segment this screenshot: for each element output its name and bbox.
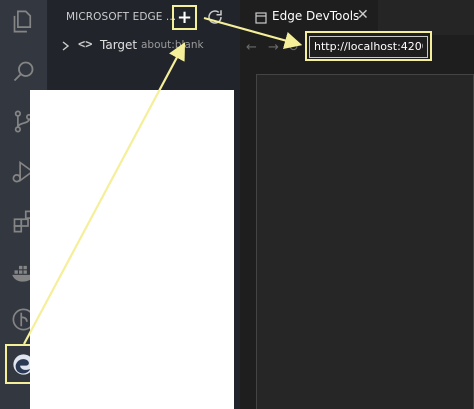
target-tree-item[interactable]: <> Target about:blank	[48, 35, 240, 57]
refresh-targets-button[interactable]	[206, 8, 224, 26]
editor-area: Edge DevTools ✕ ← → ↻	[240, 0, 474, 409]
screencast-viewport	[240, 63, 474, 409]
new-target-button[interactable]: +	[172, 5, 197, 30]
vscode-window: MICROSOFT EDGE ... + <> Target about:bla…	[0, 0, 474, 409]
back-button[interactable]: ←	[246, 40, 262, 58]
url-input[interactable]	[309, 35, 428, 58]
url-highlight	[305, 31, 432, 61]
tab-bar: Edge DevTools ✕	[240, 0, 474, 35]
code-icon: <>	[78, 37, 93, 51]
screencast-frame	[256, 74, 474, 409]
devtools-tab-icon	[255, 12, 267, 24]
target-label: Target	[100, 38, 138, 52]
search-icon[interactable]	[10, 58, 37, 85]
target-description: about:blank	[141, 39, 204, 51]
rendered-page[interactable]	[30, 90, 234, 409]
explorer-icon[interactable]	[10, 8, 37, 35]
sidebar-header: MICROSOFT EDGE ... +	[48, 0, 240, 35]
forward-button[interactable]: →	[268, 40, 284, 58]
close-icon[interactable]: ✕	[357, 7, 369, 23]
refresh-icon	[208, 10, 222, 24]
tab-label: Edge DevTools	[272, 9, 360, 23]
tab-edge-devtools[interactable]: Edge DevTools ✕	[240, 0, 378, 35]
chevron-right-icon[interactable]	[60, 38, 72, 54]
plus-icon: +	[176, 7, 193, 28]
reload-button[interactable]: ↻	[288, 40, 304, 58]
sidebar-title: MICROSOFT EDGE ...	[66, 11, 177, 23]
